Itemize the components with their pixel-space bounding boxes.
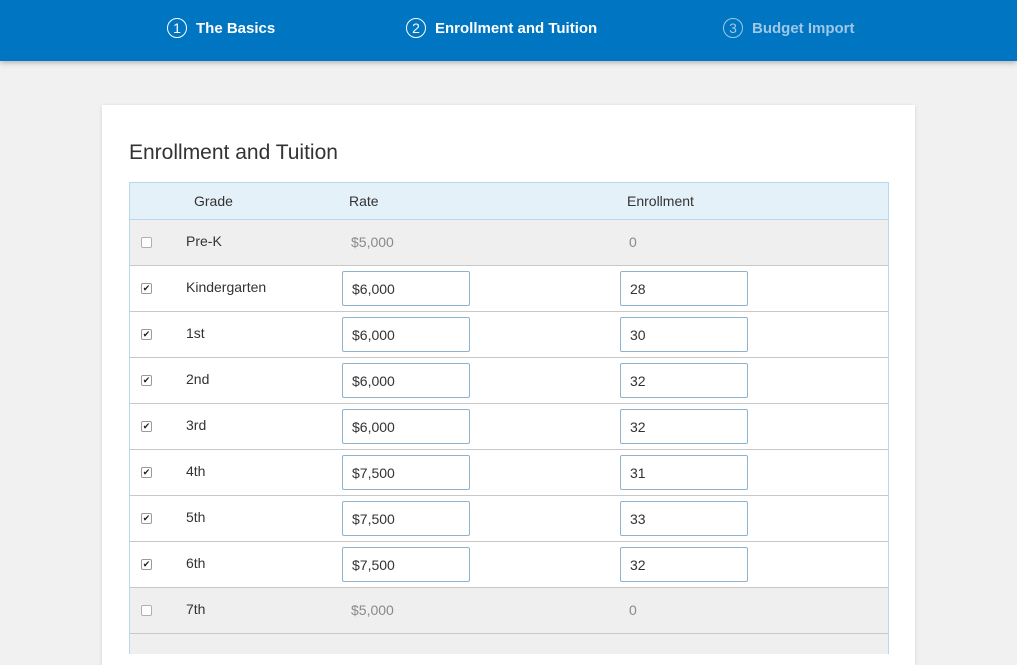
grade-label: 3rd xyxy=(186,417,207,433)
rate-input[interactable] xyxy=(342,547,470,582)
enrollment-input[interactable] xyxy=(620,363,748,398)
rate-input[interactable] xyxy=(342,455,470,490)
grade-label: 5th xyxy=(186,509,206,525)
include-grade-checkbox[interactable]: ✔ xyxy=(141,559,152,570)
include-grade-checkbox[interactable]: ✔ xyxy=(141,467,152,478)
column-header-enrollment: Enrollment xyxy=(627,193,694,209)
step-label: The Basics xyxy=(196,19,276,37)
include-grade-checkbox[interactable]: ✔ xyxy=(141,329,152,340)
include-grade-checkbox[interactable] xyxy=(141,605,152,616)
enrollment-input[interactable] xyxy=(620,501,748,536)
include-grade-checkbox[interactable]: ✔ xyxy=(141,513,152,524)
table-row: ✔ Kindergarten xyxy=(130,266,888,312)
grade-label: 7th xyxy=(186,601,206,617)
rate-input[interactable] xyxy=(342,317,470,352)
include-grade-checkbox[interactable]: ✔ xyxy=(141,283,152,294)
step-enrollment-and-tuition[interactable]: 2 Enrollment and Tuition xyxy=(406,16,597,40)
step-number-2: 2 xyxy=(406,18,426,38)
enrollment-input[interactable] xyxy=(620,409,748,444)
grade-label: Pre-K xyxy=(186,233,222,249)
step-label: Budget Import xyxy=(752,19,855,37)
page-title: Enrollment and Tuition xyxy=(129,141,338,164)
enrollment-table: Grade Rate Enrollment Pre-K $5,000 0 ✔ Kinde… xyxy=(129,182,889,654)
step-the-basics[interactable]: 1 The Basics xyxy=(167,16,275,40)
column-header-rate: Rate xyxy=(349,193,379,209)
rate-value: $5,000 xyxy=(351,602,394,618)
wizard-stepper: 1 The Basics 2 Enrollment and Tuition 3 … xyxy=(0,0,1017,61)
include-grade-checkbox[interactable]: ✔ xyxy=(141,421,152,432)
rate-input[interactable] xyxy=(342,271,470,306)
table-row: ✔ 6th xyxy=(130,542,888,588)
enrollment-card: Enrollment and Tuition Grade Rate Enroll… xyxy=(102,105,915,665)
grade-label: 2nd xyxy=(186,371,210,387)
table-row: 7th $5,000 0 xyxy=(130,588,888,634)
enrollment-value: 0 xyxy=(629,602,637,618)
step-budget-import[interactable]: 3 Budget Import xyxy=(723,16,855,40)
step-number-3: 3 xyxy=(723,18,743,38)
table-row: ✔ 4th xyxy=(130,450,888,496)
grade-label: 1st xyxy=(186,325,205,341)
table-row: ✔ 1st xyxy=(130,312,888,358)
grade-label: Kindergarten xyxy=(186,279,267,295)
grade-label: 4th xyxy=(186,463,206,479)
rate-value: $5,000 xyxy=(351,234,394,250)
column-header-grade: Grade xyxy=(194,193,233,209)
step-label: Enrollment and Tuition xyxy=(435,19,598,37)
enrollment-input[interactable] xyxy=(620,547,748,582)
enrollment-input[interactable] xyxy=(620,271,748,306)
step-number-1: 1 xyxy=(167,18,187,38)
include-grade-checkbox[interactable] xyxy=(141,237,152,248)
include-grade-checkbox[interactable]: ✔ xyxy=(141,375,152,386)
rate-input[interactable] xyxy=(342,363,470,398)
table-row: ✔ 5th xyxy=(130,496,888,542)
rate-input[interactable] xyxy=(342,501,470,536)
table-row: Pre-K $5,000 0 xyxy=(130,220,888,266)
table-row: ✔ 2nd xyxy=(130,358,888,404)
enrollment-input[interactable] xyxy=(620,317,748,352)
table-row: ✔ 3rd xyxy=(130,404,888,450)
rate-input[interactable] xyxy=(342,409,470,444)
table-header: Grade Rate Enrollment xyxy=(130,183,888,220)
table-row xyxy=(130,634,888,654)
enrollment-value: 0 xyxy=(629,234,637,250)
enrollment-input[interactable] xyxy=(620,455,748,490)
grade-label: 6th xyxy=(186,555,206,571)
